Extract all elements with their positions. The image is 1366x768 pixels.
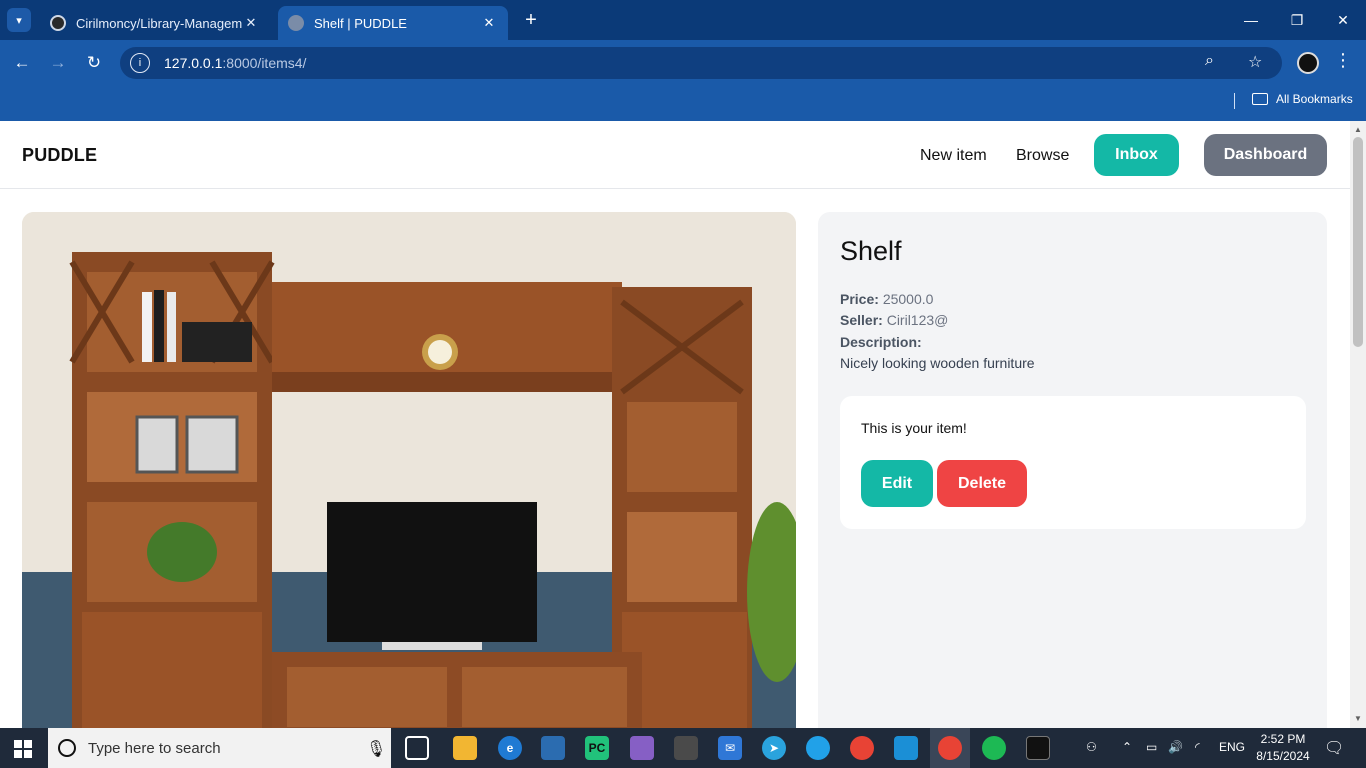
dashboard-button[interactable]: Dashboard (1204, 134, 1327, 176)
item-price: Price: 25000.0 (840, 291, 933, 307)
taskbar-clock[interactable]: 2:52 PM 8/15/2024 (1251, 731, 1315, 765)
close-tab-icon[interactable]: ✕ (242, 15, 260, 31)
description-label: Description: (840, 334, 922, 350)
chrome-active-icon[interactable] (938, 736, 962, 760)
item-description-label: Description: (840, 334, 922, 350)
all-bookmarks-label: All Bookmarks (1276, 92, 1353, 106)
windows-start-icon[interactable] (14, 740, 32, 758)
taskbar-search-placeholder: Type here to search (88, 739, 221, 757)
close-tab-icon[interactable]: ✕ (480, 15, 498, 31)
chrome-icon[interactable] (850, 736, 874, 760)
telegram-icon[interactable]: ➤ (762, 736, 786, 760)
browser-menu-icon[interactable]: ⋮ (1334, 50, 1352, 71)
visual-studio-icon[interactable] (630, 736, 654, 760)
price-label: Price: (840, 291, 879, 307)
people-icon[interactable]: ⚇ (1086, 740, 1097, 754)
scroll-thumb[interactable] (1353, 137, 1363, 347)
tab-title: Cirilmoncy/Library-Managemen (76, 15, 242, 31)
file-explorer-icon[interactable] (453, 736, 477, 760)
forward-icon[interactable]: → (45, 50, 71, 76)
edge-icon[interactable]: e (498, 736, 522, 760)
profile-avatar[interactable] (1297, 52, 1319, 74)
browse-link[interactable]: Browse (1016, 147, 1069, 165)
volume-icon[interactable]: 🔊 (1168, 740, 1183, 754)
address-bar[interactable]: i 127.0.0.1:8000/items4/ ⌕ ☆ (120, 47, 1282, 79)
edge-browser-icon[interactable] (806, 736, 830, 760)
price-value: 25000.0 (882, 291, 934, 307)
tab-title: Shelf | PUDDLE (314, 15, 407, 31)
page-content: PUDDLE New item Browse Inbox Dashboard S… (0, 121, 1350, 728)
item-title: Shelf (840, 236, 902, 266)
tab-search-dropdown-icon[interactable]: ▾ (7, 8, 31, 32)
site-logo[interactable]: PUDDLE (22, 145, 97, 166)
bookmarks-divider (1234, 93, 1235, 109)
browser-tab-bar: ▾ Cirilmoncy/Library-Managemen ✕ Shelf |… (0, 0, 1366, 40)
mail-icon[interactable]: ✉ (718, 736, 742, 760)
reload-icon[interactable]: ↻ (81, 50, 107, 76)
minimize-icon[interactable]: — (1228, 0, 1274, 40)
plus-icon[interactable]: + (520, 9, 542, 32)
seller-label: Seller: (840, 312, 883, 328)
vscode-icon[interactable] (894, 736, 918, 760)
winrar-icon[interactable] (674, 736, 698, 760)
edit-button[interactable]: Edit (861, 460, 933, 507)
clock-time: 2:52 PM (1260, 732, 1306, 746)
pycharm-icon[interactable]: PC (585, 736, 609, 760)
battery-icon[interactable]: ▭ (1146, 740, 1157, 754)
folder-icon (1252, 93, 1268, 105)
store-icon[interactable] (541, 736, 565, 760)
site-navbar: PUDDLE New item Browse Inbox Dashboard (0, 121, 1350, 189)
language-indicator[interactable]: ENG (1219, 740, 1245, 754)
item-details-panel: Shelf Price: 25000.0 Seller: Ciril123@ D… (818, 212, 1327, 728)
back-icon[interactable]: ← (9, 50, 35, 76)
delete-button[interactable]: Delete (937, 460, 1027, 507)
taskbar-search[interactable]: Type here to search (48, 728, 391, 768)
item-seller: Seller: Ciril123@ (840, 312, 948, 328)
item-description: Nicely looking wooden furniture (840, 355, 1035, 371)
search-icon (58, 739, 76, 757)
microphone-icon[interactable]: 🎙 (366, 739, 386, 759)
notifications-icon[interactable]: 🗨 (1324, 738, 1344, 758)
clock-date: 8/15/2024 (1256, 749, 1310, 763)
chevron-up-icon[interactable]: ⌃ (1122, 740, 1132, 754)
github-icon (50, 15, 66, 31)
close-window-icon[interactable]: ✕ (1320, 0, 1366, 40)
scroll-up-icon[interactable]: ▲ (1352, 125, 1364, 134)
scroll-down-icon[interactable]: ▼ (1352, 714, 1364, 723)
task-view-icon[interactable] (405, 736, 429, 760)
terminal-icon[interactable] (1026, 736, 1050, 760)
bookmarks-bar (0, 85, 1366, 121)
item-image (22, 212, 796, 728)
globe-icon (288, 15, 304, 31)
url-text[interactable]: 127.0.0.1:8000/items4/ (164, 55, 306, 71)
all-bookmarks-button[interactable]: All Bookmarks (1252, 92, 1353, 106)
spotify-icon[interactable] (982, 736, 1006, 760)
browser-tab-github[interactable]: Cirilmoncy/Library-Managemen ✕ (40, 6, 270, 40)
restore-icon[interactable]: ❐ (1274, 0, 1320, 40)
owner-actions-card: This is your item! Edit Delete (840, 396, 1306, 529)
site-info-icon[interactable]: i (130, 53, 150, 73)
browser-tab-shelf[interactable]: Shelf | PUDDLE ✕ (278, 6, 508, 40)
bookmark-star-icon[interactable]: ☆ (1248, 52, 1262, 72)
new-item-link[interactable]: New item (920, 147, 987, 165)
seller-value: Ciril123@ (886, 312, 949, 328)
shelf-photo (22, 212, 796, 728)
inbox-button[interactable]: Inbox (1094, 134, 1179, 176)
zoom-icon[interactable]: ⌕ (1205, 52, 1214, 70)
owner-notice: This is your item! (861, 420, 967, 436)
wifi-icon[interactable]: ◜ (1195, 740, 1200, 754)
